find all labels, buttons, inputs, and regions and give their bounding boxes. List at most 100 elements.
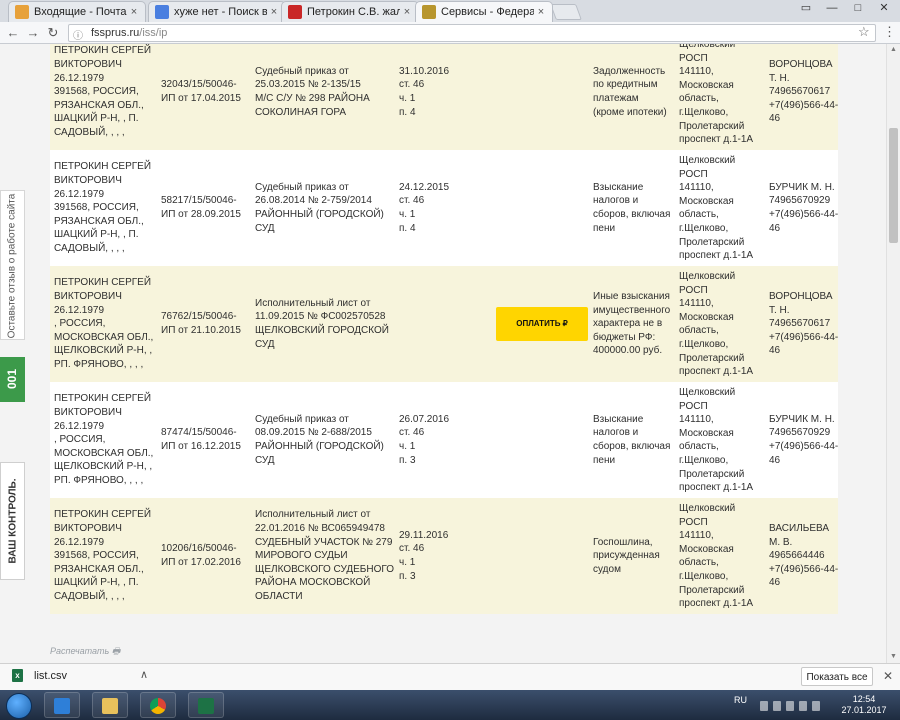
browser-toolbar: ← → ↻ fssprus.ru/iss/ip ⓘ xyxy=(0,22,900,44)
bailiff-cell: БУРЧИК М. Н. 74965670929 +7(496)566-44- 46 xyxy=(769,181,839,235)
taskbar-excel[interactable] xyxy=(188,692,224,718)
cell-line: 391568, РОССИЯ, xyxy=(54,86,139,98)
close-window-button[interactable]: ✕ xyxy=(871,0,897,16)
new-tab-button[interactable] xyxy=(550,4,582,20)
proceeding-number-cell: 87474/15/50046- ИП от 16.12.2015 xyxy=(161,426,249,453)
scroll-down-icon[interactable]: ▼ xyxy=(887,651,900,663)
cell-line: РП. ФРЯНОВО, , , , xyxy=(54,474,144,486)
cell-line: ВИКТОРОВИЧ xyxy=(54,406,122,418)
cell-line: ч. 1 xyxy=(399,556,416,568)
pay-button[interactable]: ОПЛАТИТЬ ₽ xyxy=(496,307,588,341)
taskbar-ie[interactable] xyxy=(44,692,80,718)
tab-close-icon[interactable]: × xyxy=(534,6,548,18)
browser-tab[interactable]: Входящие - Почта Mail.× xyxy=(8,1,146,22)
cell-line: Московская xyxy=(679,311,734,323)
download-bar: x list.csv ∧ Показать все ✕ xyxy=(0,663,900,690)
taskbar-explorer[interactable] xyxy=(92,692,128,718)
bailiff-cell: ВАСИЛЬЕВА М. В. 4965664446 +7(496)566-44- 46 xyxy=(769,522,839,590)
cell-line: СУДЕБНЫЙ УЧАСТОК № 279 xyxy=(255,536,393,548)
cell-line: РАЙОННЫЙ (ГОРОДСКОЙ) xyxy=(255,440,384,452)
document-cell: Судебный приказ от 25.03.2015 № 2-135/15 М… xyxy=(255,65,395,119)
tab-close-icon[interactable]: × xyxy=(400,6,414,18)
language-indicator[interactable]: RU xyxy=(734,695,747,705)
bailiff-cell: БУРЧИК М. Н. 74965670929 +7(496)566-44- 46 xyxy=(769,413,839,467)
forward-icon[interactable]: → xyxy=(24,24,42,42)
print-link[interactable]: Распечатать 🖶 xyxy=(50,644,120,660)
cell-line: 24.12.2015 xyxy=(399,181,450,193)
cell-line: г.Щелково, xyxy=(679,338,729,350)
scroll-up-icon[interactable]: ▲ xyxy=(887,44,900,56)
cell-line: М. В. xyxy=(769,536,793,548)
cell-line: характера не в xyxy=(593,318,663,330)
profile-icon[interactable]: ▭ xyxy=(793,0,819,16)
page-info-icon[interactable]: ⓘ xyxy=(73,27,83,42)
cell-line: САДОВЫЙ, , , , xyxy=(54,126,125,138)
tab-title: Петрокин С.В. жалобы xyxy=(307,6,400,18)
department-cell: Щелковский РОСП 141110, Московская область, г… xyxy=(679,502,765,611)
proceeding-number-cell: 76762/15/50046- ИП от 21.10.2015 xyxy=(161,310,249,337)
cell-line: Щелковский xyxy=(679,387,736,398)
browser-tab[interactable]: Сервисы - Федеральна× xyxy=(415,1,553,22)
bookmark-star-icon[interactable]: ☆ xyxy=(858,24,870,40)
cell-line: Пролетарский xyxy=(679,120,745,132)
debtor-cell: ПЕТРОКИН СЕРГЕЙ ВИКТОРОВИЧ 26.12.1979 39156… xyxy=(54,160,154,255)
cell-line: проспект д.1-1А xyxy=(679,366,754,378)
cell-line: п. 4 xyxy=(399,222,416,234)
taskbar-chrome[interactable] xyxy=(140,692,176,718)
cell-line: РАЙОНА МОСКОВСКОЙ xyxy=(255,577,371,589)
cell-line: +7(496)566-44- xyxy=(769,208,839,220)
cell-line: 29.11.2016 xyxy=(399,529,449,541)
windows-taskbar: RU 12:54 27.01.2017 xyxy=(0,690,900,720)
show-all-button[interactable]: Показать все xyxy=(801,667,873,686)
cell-line: ст. 46 xyxy=(399,79,425,91)
cell-line: ШАЦКИЙ Р-Н, , П. xyxy=(54,229,139,241)
cell-line: ЩЕЛКОВСКИЙ Р-Н, , xyxy=(54,461,153,473)
cell-line: 58217/15/50046- xyxy=(161,195,237,207)
cell-line: Щелковский xyxy=(679,271,736,282)
back-icon[interactable]: ← xyxy=(4,24,22,42)
feedback-tab[interactable]: Оставьте отзыв о работе сайта xyxy=(0,190,25,340)
green-badge[interactable]: 001 xyxy=(0,357,25,402)
cell-line: Исполнительный лист от xyxy=(255,509,371,521)
chevron-up-icon[interactable]: ∧ xyxy=(140,668,148,681)
cell-line: 141110, xyxy=(679,182,714,194)
chrome-menu-icon[interactable]: ⋮ xyxy=(883,24,896,40)
cell-line: ОБЛАСТИ xyxy=(255,590,303,602)
cell-line: имущественного xyxy=(593,304,671,316)
cell-line: Пролетарский xyxy=(679,352,745,364)
download-file-name[interactable]: list.csv xyxy=(34,670,67,682)
close-download-bar-icon[interactable]: ✕ xyxy=(883,669,893,683)
cell-line: судом xyxy=(593,563,621,575)
start-button[interactable] xyxy=(6,693,32,719)
feedback-label: Оставьте отзыв о работе сайта xyxy=(6,193,18,339)
cell-line: г.Щелково, xyxy=(679,106,729,118)
cell-line: область, xyxy=(679,93,719,105)
cell-line: Судебный приказ от xyxy=(255,65,349,77)
maximize-button[interactable]: □ xyxy=(845,0,871,16)
cell-line: проспект д.1-1А xyxy=(679,250,754,262)
cell-line: 400000.00 руб. xyxy=(593,345,663,357)
minimize-button[interactable]: — xyxy=(819,0,845,16)
cell-line: СУД xyxy=(255,454,275,466)
scrollbar-thumb[interactable] xyxy=(889,128,898,243)
cell-line: ч. 1 xyxy=(399,92,416,104)
cell-line: г.Щелково, xyxy=(679,454,729,466)
cell-line: п. 3 xyxy=(399,570,416,582)
taskbar-clock[interactable]: 12:54 27.01.2017 xyxy=(836,694,892,716)
page-scrollbar[interactable]: ▲ ▼ xyxy=(886,44,900,663)
cell-line: ИП от 28.09.2015 xyxy=(161,208,241,220)
tab-close-icon[interactable]: × xyxy=(267,6,281,18)
reload-icon[interactable]: ↻ xyxy=(44,24,62,42)
browser-tab[interactable]: хуже нет - Поиск в Goo× xyxy=(148,1,286,22)
proceedings-table: ПЕТРОКИН СЕРГЕЙ ВИКТОРОВИЧ 26.12.1979 39156… xyxy=(50,44,838,614)
address-bar[interactable]: fssprus.ru/iss/ip xyxy=(68,24,876,42)
browser-tab[interactable]: Петрокин С.В. жалобы× xyxy=(281,1,419,22)
tab-close-icon[interactable]: × xyxy=(127,6,141,18)
xi-icon xyxy=(288,5,302,19)
tray-icons[interactable] xyxy=(760,698,830,711)
vash-kontrol-tab[interactable]: ВАШ КОНТРОЛЬ. xyxy=(0,462,25,580)
cell-line: СУД xyxy=(255,222,275,234)
department-cell: Щелковский РОСП 141110, Московская область, г… xyxy=(679,154,765,263)
table-row: ПЕТРОКИН СЕРГЕЙ ВИКТОРОВИЧ 26.12.1979 , РОС… xyxy=(50,382,838,498)
cell-line: сборов, включая xyxy=(593,440,671,452)
